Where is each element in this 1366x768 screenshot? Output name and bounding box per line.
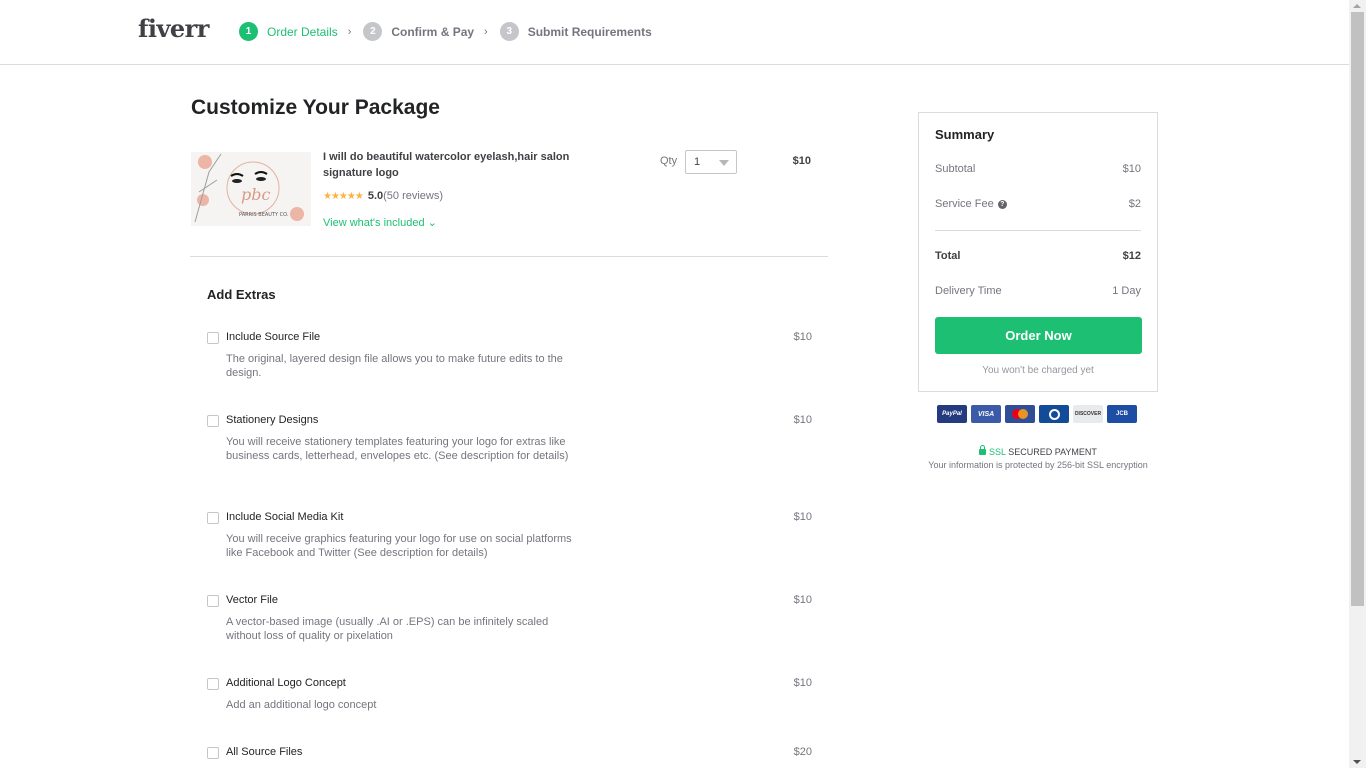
extra-checkbox[interactable] bbox=[207, 595, 219, 607]
question-circle-icon[interactable]: ? bbox=[997, 199, 1007, 209]
extra-name[interactable]: Stationery Designs bbox=[226, 414, 318, 426]
total-row: Total $12 bbox=[935, 250, 1141, 262]
subtotal-value: $10 bbox=[1122, 163, 1141, 175]
scroll-up-arrow-icon[interactable] bbox=[1353, 4, 1361, 8]
svg-text:pbc: pbc bbox=[241, 185, 270, 204]
step-number: 2 bbox=[363, 22, 383, 41]
order-now-button[interactable]: Order Now bbox=[935, 317, 1142, 354]
gig-image-logo: pbc PARRIS BEAUTY CO. bbox=[191, 152, 311, 226]
jcb-icon: JCB bbox=[1107, 405, 1137, 423]
extra-price: $10 bbox=[793, 331, 812, 343]
ssl-label: SSL bbox=[989, 447, 1006, 457]
not-charged-note: You won't be charged yet bbox=[982, 365, 1094, 376]
step-confirm-pay: 2 Confirm & Pay bbox=[363, 22, 474, 41]
service-fee-label: Service Fee bbox=[935, 198, 994, 210]
vertical-scrollbar[interactable] bbox=[1349, 0, 1366, 768]
quantity-value: 1 bbox=[694, 156, 701, 168]
extra-checkbox[interactable] bbox=[207, 332, 219, 344]
scrollbar-thumb[interactable] bbox=[1351, 12, 1364, 606]
gig-rating: ★★★★★ 5.0 (50 reviews) bbox=[323, 190, 443, 202]
gig-thumbnail: pbc PARRIS BEAUTY CO. bbox=[191, 152, 311, 226]
ssl-secured-payment: SSL SECURED PAYMENT bbox=[918, 444, 1158, 457]
star-icon: ★★★★★ bbox=[323, 190, 364, 202]
extra-description: You will receive graphics featuring your… bbox=[226, 533, 572, 559]
lock-icon bbox=[979, 444, 987, 455]
step-number: 1 bbox=[239, 22, 258, 41]
step-number: 3 bbox=[499, 22, 519, 41]
service-fee-value: $2 bbox=[1128, 198, 1141, 210]
section-divider bbox=[190, 256, 828, 257]
secured-payment-label: SECURED PAYMENT bbox=[1008, 447, 1097, 457]
visa-icon: VISA bbox=[971, 405, 1001, 423]
ssl-encryption-note: Your information is protected by 256-bit… bbox=[928, 460, 1148, 470]
header: fiverr 1 Order Details › 2 Confirm & Pay… bbox=[0, 0, 1349, 65]
quantity-select[interactable]: 1 bbox=[685, 150, 737, 174]
step-label: Submit Requirements bbox=[527, 24, 652, 39]
paypal-icon: PayPal bbox=[937, 405, 967, 423]
extra-checkbox[interactable] bbox=[207, 512, 219, 524]
extra-description: A vector-based image (usually .AI or .EP… bbox=[226, 616, 549, 642]
view-whats-included-link[interactable]: View what's included ⌄ bbox=[323, 216, 437, 229]
chevron-right-icon: › bbox=[347, 25, 352, 38]
extra-name[interactable]: Additional Logo Concept bbox=[226, 677, 346, 689]
page-title: Customize Your Package bbox=[191, 96, 440, 119]
step-order-details: 1 Order Details bbox=[239, 22, 338, 41]
extra-description: The original, layered design file allows… bbox=[226, 353, 563, 379]
extra-description: Add an additional logo concept bbox=[226, 699, 377, 711]
add-extras-heading: Add Extras bbox=[207, 287, 276, 302]
extra-price: $10 bbox=[793, 594, 812, 606]
extra-name[interactable]: Include Source File bbox=[226, 331, 320, 343]
fiverr-logo[interactable]: fiverr bbox=[138, 14, 209, 43]
caret-down-icon bbox=[719, 160, 729, 166]
delivery-time-label: Delivery Time bbox=[935, 285, 1002, 297]
step-label: Confirm & Pay bbox=[391, 24, 475, 39]
gig-title[interactable]: I will do beautiful watercolor eyelash,h… bbox=[323, 149, 583, 181]
delivery-time-row: Delivery Time 1 Day bbox=[935, 285, 1141, 297]
mastercard-icon bbox=[1005, 405, 1035, 423]
total-value: $12 bbox=[1122, 250, 1141, 262]
step-label: Order Details bbox=[267, 24, 338, 39]
subtotal-label: Subtotal bbox=[935, 163, 976, 175]
extra-price: $10 bbox=[793, 414, 812, 426]
summary-divider bbox=[935, 230, 1141, 231]
subtotal-row: Subtotal $10 bbox=[935, 163, 1141, 175]
chevron-right-icon: › bbox=[484, 25, 488, 38]
extra-checkbox[interactable] bbox=[207, 415, 219, 427]
extra-checkbox[interactable] bbox=[207, 678, 219, 690]
extra-name[interactable]: All Source Files bbox=[226, 746, 302, 758]
svg-text:PARRIS BEAUTY CO.: PARRIS BEAUTY CO. bbox=[239, 212, 289, 218]
gig-price: $10 bbox=[792, 155, 811, 167]
step-submit-requirements: 3 Submit Requirements bbox=[499, 22, 652, 41]
extra-price: $10 bbox=[793, 677, 812, 689]
delivery-time-value: 1 Day bbox=[1112, 285, 1141, 297]
review-count: (50 reviews) bbox=[383, 190, 444, 202]
extra-checkbox[interactable] bbox=[207, 747, 219, 759]
total-label: Total bbox=[935, 250, 961, 262]
summary-title: Summary bbox=[935, 127, 995, 142]
diners-club-icon bbox=[1039, 405, 1069, 423]
extra-name[interactable]: Vector File bbox=[226, 594, 278, 606]
payment-methods: PayPal VISA DISCOVER JCB bbox=[937, 405, 1137, 423]
extra-price: $10 bbox=[793, 511, 812, 523]
extra-price: $20 bbox=[793, 746, 812, 758]
extra-name[interactable]: Include Social Media Kit bbox=[226, 511, 343, 523]
rating-score: 5.0 bbox=[367, 190, 384, 202]
order-summary: Summary Subtotal $10 Service Fee? $2 Tot… bbox=[918, 112, 1158, 392]
scroll-down-arrow-icon[interactable] bbox=[1353, 760, 1361, 764]
service-fee-row: Service Fee? $2 bbox=[935, 198, 1141, 210]
discover-icon: DISCOVER bbox=[1073, 405, 1103, 423]
extra-description: You will receive stationery templates fe… bbox=[226, 436, 569, 462]
checkout-steps: 1 Order Details › 2 Confirm & Pay › 3 Su… bbox=[239, 22, 652, 41]
qty-label: Qty bbox=[660, 155, 678, 167]
